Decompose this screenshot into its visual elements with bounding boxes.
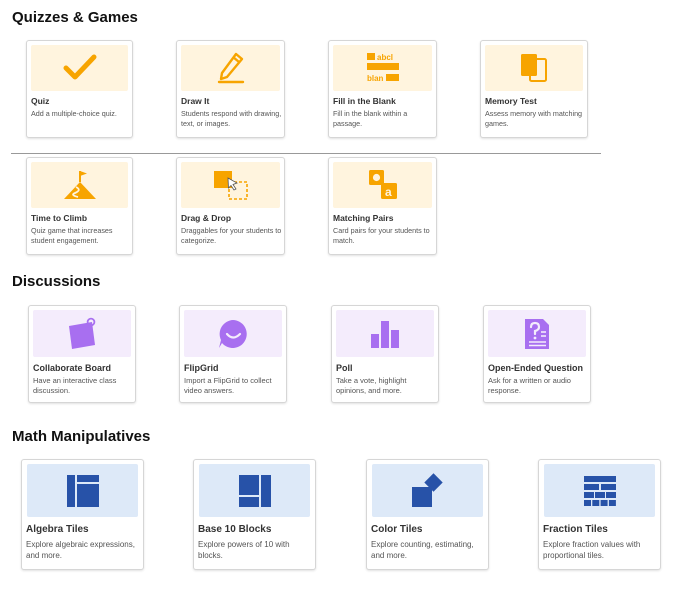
question-document-icon [525, 318, 549, 349]
card-thumbnail: abcl blan [333, 45, 432, 91]
card-title: Fill in the Blank [333, 96, 396, 106]
card-description: Draggables for your students to categori… [181, 226, 282, 245]
card-description: Add a multiple-choice quiz. [31, 109, 117, 118]
card-flipgrid[interactable]: FlipGrid Import a FlipGrid to collect vi… [179, 305, 287, 403]
card-title: Draw It [181, 96, 210, 106]
pencil-icon [217, 52, 244, 84]
matching-pairs-icon-letter: a [385, 185, 392, 199]
section-title-discussions: Discussions [12, 273, 101, 290]
card-title: Color Tiles [371, 524, 423, 535]
card-thumbnail: a [333, 162, 432, 208]
card-thumbnail [181, 162, 280, 208]
card-poll[interactable]: Poll Take a vote, highlight opinions, an… [331, 305, 439, 403]
card-description: Take a vote, highlight opinions, and mor… [336, 376, 407, 395]
card-thumbnail [27, 464, 138, 517]
card-thumbnail [184, 310, 282, 357]
matching-pairs-icon: a [368, 170, 397, 199]
card-algebra-tiles[interactable]: Algebra Tiles Explore algebraic expressi… [21, 459, 144, 570]
card-description: Explore fraction values with proportiona… [543, 540, 641, 560]
card-thumbnail [31, 162, 128, 208]
bar-chart-icon [371, 320, 399, 348]
card-thumbnail [544, 464, 655, 517]
flipgrid-icon [219, 319, 247, 348]
card-thumbnail [336, 310, 434, 357]
card-thumbnail [485, 45, 583, 91]
card-color-tiles[interactable]: Color Tiles Explore counting, estimating… [366, 459, 489, 570]
card-description: Ask for a written or audio response. [488, 376, 571, 395]
card-fill-in-the-blank[interactable]: abcl blan Fill in the Blank Fill in the … [328, 40, 437, 138]
card-time-to-climb[interactable]: Time to Climb Quiz game that increases s… [26, 157, 133, 255]
card-thumbnail [181, 45, 280, 91]
card-fraction-tiles[interactable]: Fraction Tiles Explore fraction values w… [538, 459, 661, 570]
mountain-flag-icon [63, 171, 96, 199]
card-draw-it[interactable]: Draw It Students respond with drawing, t… [176, 40, 285, 138]
card-description: Import a FlipGrid to collect video answe… [184, 376, 272, 395]
card-description: Assess memory with matching games. [485, 109, 583, 128]
card-description: Card pairs for your students to match. [333, 226, 430, 245]
card-description: Explore powers of 10 with blocks. [198, 540, 290, 560]
card-thumbnail [372, 464, 483, 517]
card-title: FlipGrid [184, 363, 219, 373]
card-title: Quiz [31, 96, 50, 106]
card-title: Drag & Drop [181, 213, 232, 223]
card-description: Explore algebraic expressions, and more. [26, 540, 135, 560]
card-description: Students respond with drawing, text, or … [181, 109, 282, 128]
fill-blank-icon: abcl blan [366, 53, 399, 83]
base10-blocks-icon [238, 474, 271, 507]
section-title-quizzes-games: Quizzes & Games [12, 9, 138, 26]
card-title: Time to Climb [31, 213, 88, 223]
card-thumbnail [31, 45, 128, 91]
checkmark-icon [63, 54, 96, 80]
card-thumbnail [488, 310, 586, 357]
color-tiles-icon [411, 472, 443, 507]
section-title-math-manipulatives: Math Manipulatives [12, 428, 151, 445]
fill-blank-icon-text-top: abcl [377, 53, 393, 62]
card-title: Base 10 Blocks [198, 524, 272, 535]
algebra-tiles-icon [66, 474, 99, 507]
card-title: Matching Pairs [333, 213, 394, 223]
card-title: Algebra Tiles [26, 524, 89, 535]
card-title: Memory Test [485, 96, 537, 106]
card-thumbnail [199, 464, 310, 517]
fill-blank-icon-text-bottom: blan [367, 74, 384, 83]
fraction-tiles-icon [583, 475, 616, 506]
card-description: Fill in the blank within a passage. [333, 109, 408, 128]
card-title: Poll [336, 363, 353, 373]
drag-drop-icon [213, 171, 248, 200]
card-description: Have an interactive class discussion. [33, 376, 117, 395]
card-matching-pairs[interactable]: a Matching Pairs Card pairs for your stu… [328, 157, 437, 255]
card-drag-drop[interactable]: Drag & Drop Draggables for your students… [176, 157, 285, 255]
memory-cards-icon [521, 54, 547, 82]
card-open-ended-question[interactable]: Open-Ended Question Ask for a written or… [483, 305, 591, 403]
card-collaborate-board[interactable]: Collaborate Board Have an interactive cl… [28, 305, 136, 403]
section-divider [11, 153, 601, 154]
card-title: Open-Ended Question [488, 363, 584, 373]
card-description: Quiz game that increases student engagem… [31, 226, 113, 245]
pinned-note-icon [69, 317, 96, 349]
card-title: Collaborate Board [33, 363, 112, 373]
card-quiz[interactable]: Quiz Add a multiple-choice quiz. [26, 40, 133, 138]
card-base-10-blocks[interactable]: Base 10 Blocks Explore powers of 10 with… [193, 459, 316, 570]
card-title: Fraction Tiles [543, 524, 608, 535]
card-memory-test[interactable]: Memory Test Assess memory with matching … [480, 40, 588, 138]
card-description: Explore counting, estimating, and more. [371, 540, 474, 560]
card-thumbnail [33, 310, 131, 357]
